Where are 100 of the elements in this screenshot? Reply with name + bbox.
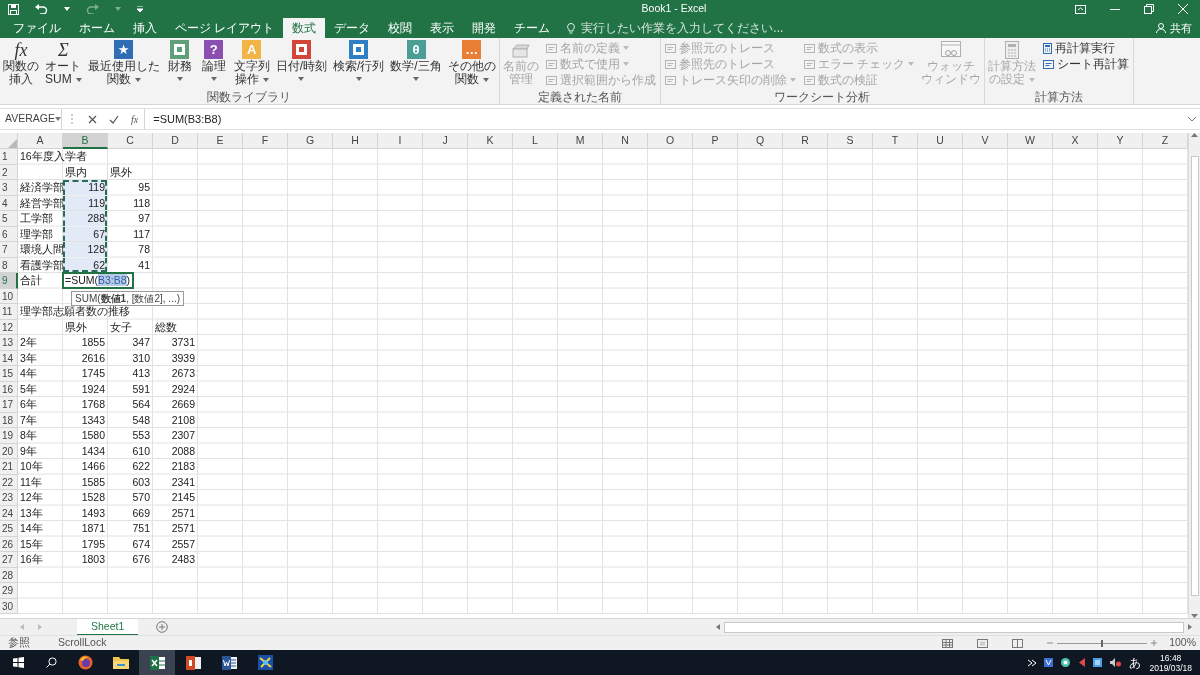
document-icon [221,655,237,670]
horizontal-scrollbar[interactable] [724,621,1184,633]
column-header[interactable]: D [153,133,198,149]
column-header[interactable]: Q [738,133,783,149]
column-header[interactable]: E [198,133,243,149]
ribbon-button[interactable]: θ 数学/三角 [389,40,443,85]
ribbon-button[interactable]: シート再計算 [1041,56,1132,72]
ribbon-tab[interactable]: 校閲 [379,18,422,38]
row-header[interactable]: 29 [0,583,18,599]
undo-icon[interactable] [35,4,48,14]
restore-icon[interactable] [1144,4,1154,14]
column-header[interactable]: F [243,133,288,149]
cell-number: 1585 [81,474,105,489]
row-header[interactable]: 9 [0,273,18,289]
column-header[interactable]: A [18,133,63,149]
ribbon-tab[interactable]: 挿入 [124,18,166,38]
column-header[interactable]: T [873,133,918,149]
circle-icon[interactable] [1061,658,1071,667]
row-header[interactable]: 1 [0,149,18,165]
ribbon-button[interactable]: 再計算実行 [1041,40,1132,56]
column-header[interactable]: C [108,133,153,149]
ribbon-options-icon[interactable] [1075,4,1086,14]
search-field[interactable]: 実行したい作業を入力してください... [579,18,840,38]
insert-function-button[interactable]: fx [125,111,145,127]
ribbon-tab[interactable]: 数式 [283,18,326,38]
row-header[interactable]: 15 [0,366,18,382]
column-header[interactable]: U [918,133,963,149]
column-header[interactable]: G [288,133,333,149]
close-icon[interactable] [1178,4,1188,14]
ribbon-button[interactable]: ★ 最近使用した 関数 [86,40,161,86]
split-view-icon[interactable] [1012,638,1024,648]
ribbon-tab[interactable]: ページ レイアウト [166,18,284,38]
row-header[interactable]: 27 [0,552,18,568]
grid-view-icon[interactable] [942,638,954,648]
scroll-thumb[interactable] [1190,155,1199,596]
ribbon-button[interactable]: 検索/行列 [332,40,386,85]
cell-editor[interactable]: =SUM(B3:B8) [62,272,135,289]
ribbon-tab[interactable]: データ [325,18,380,38]
column-header[interactable]: B [63,133,108,149]
row-header[interactable]: 3 [0,180,18,196]
zoom-thumb[interactable] [1101,639,1104,647]
column-header[interactable]: K [468,133,513,149]
ribbon-tab[interactable]: 表示 [421,18,464,38]
column-header[interactable]: Z [1143,133,1188,149]
sheet-tab[interactable]: Sheet1 [77,618,139,636]
column-header[interactable]: X [1053,133,1098,149]
save-icon[interactable] [8,3,19,15]
ribbon-button[interactable]: A 文字列 操作 [232,40,271,86]
row-header[interactable]: 13 [0,335,18,351]
muted-speaker-icon[interactable] [1110,658,1122,667]
column-header[interactable]: M [558,133,603,149]
expand-icon[interactable] [1188,116,1196,122]
column-header[interactable]: Y [1098,133,1143,149]
ribbon-button[interactable]: … その他の 関数 [446,40,497,86]
formula-field[interactable]: =SUM(B3:B8) [144,108,1184,130]
document-icon [664,58,676,70]
row-header[interactable]: 21 [0,459,18,475]
column-header[interactable]: L [513,133,558,149]
column-header[interactable]: O [648,133,693,149]
row-header[interactable]: 19 [0,428,18,444]
column-header[interactable]: W [1008,133,1053,149]
scroll-right-icon[interactable] [1188,624,1192,630]
ribbon-button[interactable]: fx 関数の 挿入 [2,40,40,86]
row-header[interactable]: 23 [0,490,18,506]
customize-icon[interactable] [137,6,143,12]
taskbar-button[interactable] [139,650,175,675]
column-header[interactable]: H [333,133,378,149]
row-header[interactable]: 25 [0,521,18,537]
cell-number: 1855 [81,335,105,349]
row-header[interactable]: 5 [0,211,18,227]
row-header[interactable]: 11 [0,304,18,320]
cell-number: 288 [87,211,105,225]
ribbon-tab[interactable]: 開発 [463,18,506,38]
column-header[interactable]: P [693,133,738,149]
column-header[interactable]: R [783,133,828,149]
chevron-icon[interactable] [1028,658,1037,667]
column-header[interactable]: S [828,133,873,149]
name-box[interactable]: AVERAGE [0,108,62,130]
row-header[interactable]: 17 [0,397,18,413]
scroll-left-icon[interactable] [716,624,720,630]
scroll-up-icon[interactable] [1191,133,1198,137]
ribbon-button[interactable]: 日付/時刻 [274,40,328,85]
ribbon-button[interactable]: ? 論理 [198,40,229,85]
column-header[interactable]: I [378,133,423,149]
page-view-icon[interactable] [977,638,989,648]
column-header[interactable]: J [423,133,468,149]
clock[interactable]: 16:48 2019/03/18 [1149,652,1192,673]
ribbon-button[interactable]: Σ オート SUM [44,40,83,86]
ribbon-button[interactable]: 財務 [164,40,195,85]
add-sheet-icon[interactable] [156,621,169,633]
ribbon-tab[interactable]: ファイル [4,18,70,38]
input-method-indicator[interactable]: あ [1129,653,1142,672]
share-button[interactable]: 共有 [1148,18,1200,38]
cell-number: 97 [138,211,150,225]
ribbon-tab[interactable]: ホーム [70,18,124,38]
column-header[interactable]: N [603,133,648,149]
network-icon[interactable] [1093,658,1103,667]
column-header[interactable]: V [963,133,1008,149]
ribbon-tab[interactable]: チーム [505,18,560,38]
row-header[interactable]: 7 [0,242,18,258]
